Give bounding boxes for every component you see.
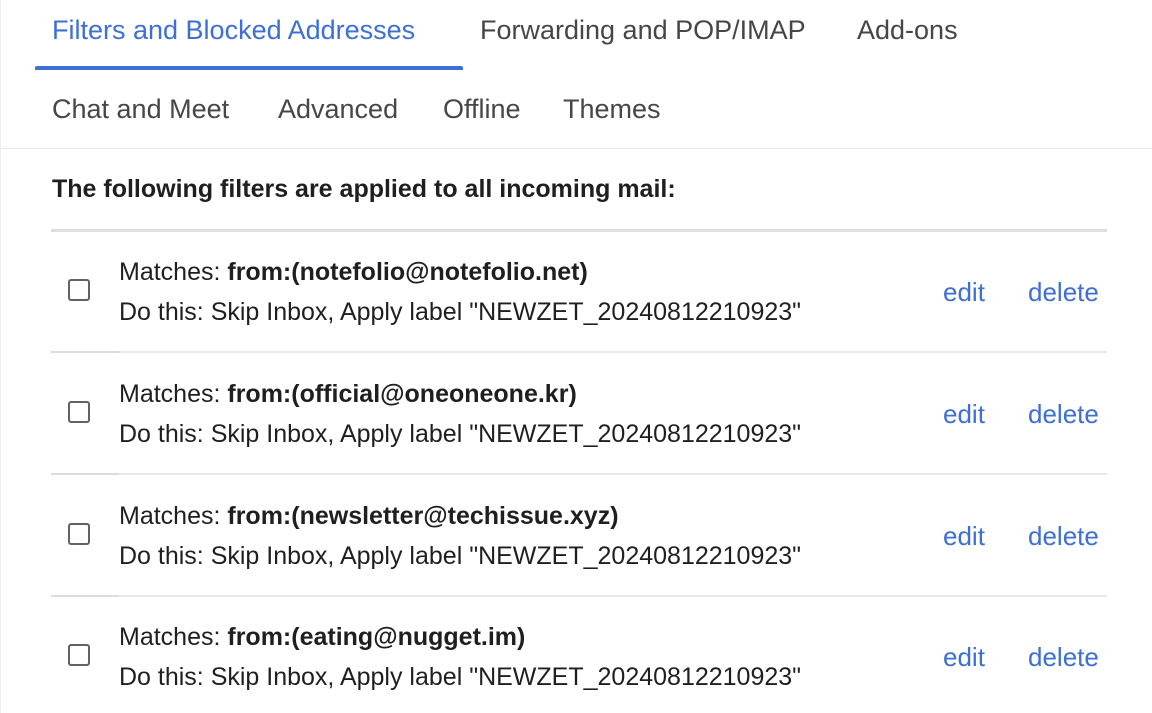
filter-criteria: Matches: from:(notefolio@notefolio.net) <box>119 254 588 290</box>
matches-value: from:(notefolio@notefolio.net) <box>227 258 588 286</box>
matches-value: from:(eating@nugget.im) <box>227 623 526 651</box>
filter-checkbox[interactable] <box>68 279 90 301</box>
active-tab-indicator <box>35 66 463 70</box>
filter-action: Do this: Skip Inbox, Apply label "NEWZET… <box>119 663 802 691</box>
filter-row: Matches: from:(official@oneoneone.kr) Do… <box>51 354 1107 475</box>
delete-filter-link[interactable]: delete <box>1028 274 1099 310</box>
delete-filter-link[interactable]: delete <box>1028 396 1099 432</box>
tab-forwarding-and-pop-imap[interactable]: Forwarding and POP/IMAP <box>480 10 806 50</box>
tab-chat-and-meet[interactable]: Chat and Meet <box>52 89 229 129</box>
matches-label: Matches: <box>119 502 228 530</box>
filter-action: Do this: Skip Inbox, Apply label "NEWZET… <box>119 542 802 570</box>
edit-filter-link[interactable]: edit <box>943 639 985 675</box>
tab-filters-and-blocked-addresses[interactable]: Filters and Blocked Addresses <box>52 10 415 50</box>
filter-checkbox[interactable] <box>68 644 90 666</box>
matches-label: Matches: <box>119 258 228 286</box>
row-divider <box>51 473 1107 475</box>
filter-row: Matches: from:(notefolio@notefolio.net) … <box>51 232 1107 353</box>
tab-themes[interactable]: Themes <box>563 89 661 129</box>
delete-filter-link[interactable]: delete <box>1028 639 1099 675</box>
filter-action: Do this: Skip Inbox, Apply label "NEWZET… <box>119 420 802 448</box>
matches-value: from:(official@oneoneone.kr) <box>227 380 577 408</box>
edit-filter-link[interactable]: edit <box>943 518 985 554</box>
tab-advanced[interactable]: Advanced <box>278 89 398 129</box>
filters-section-heading: The following filters are applied to all… <box>52 175 676 203</box>
filter-criteria: Matches: from:(newsletter@techissue.xyz) <box>119 498 619 534</box>
filter-action: Do this: Skip Inbox, Apply label "NEWZET… <box>119 298 802 326</box>
settings-page: Filters and Blocked Addresses Forwarding… <box>0 0 1152 713</box>
edit-filter-link[interactable]: edit <box>943 396 985 432</box>
filter-criteria: Matches: from:(official@oneoneone.kr) <box>119 376 577 412</box>
filter-row: Matches: from:(eating@nugget.im) Do this… <box>51 597 1107 713</box>
filter-row: Matches: from:(newsletter@techissue.xyz)… <box>51 476 1107 597</box>
filter-checkbox[interactable] <box>68 401 90 423</box>
tab-add-ons[interactable]: Add-ons <box>857 10 958 50</box>
filter-criteria: Matches: from:(eating@nugget.im) <box>119 619 525 655</box>
matches-label: Matches: <box>119 623 228 651</box>
matches-label: Matches: <box>119 380 228 408</box>
delete-filter-link[interactable]: delete <box>1028 518 1099 554</box>
tab-offline[interactable]: Offline <box>443 89 521 129</box>
matches-value: from:(newsletter@techissue.xyz) <box>227 502 619 530</box>
filter-checkbox[interactable] <box>68 523 90 545</box>
tabs-divider <box>1 148 1152 149</box>
row-divider <box>51 351 1107 353</box>
edit-filter-link[interactable]: edit <box>943 274 985 310</box>
